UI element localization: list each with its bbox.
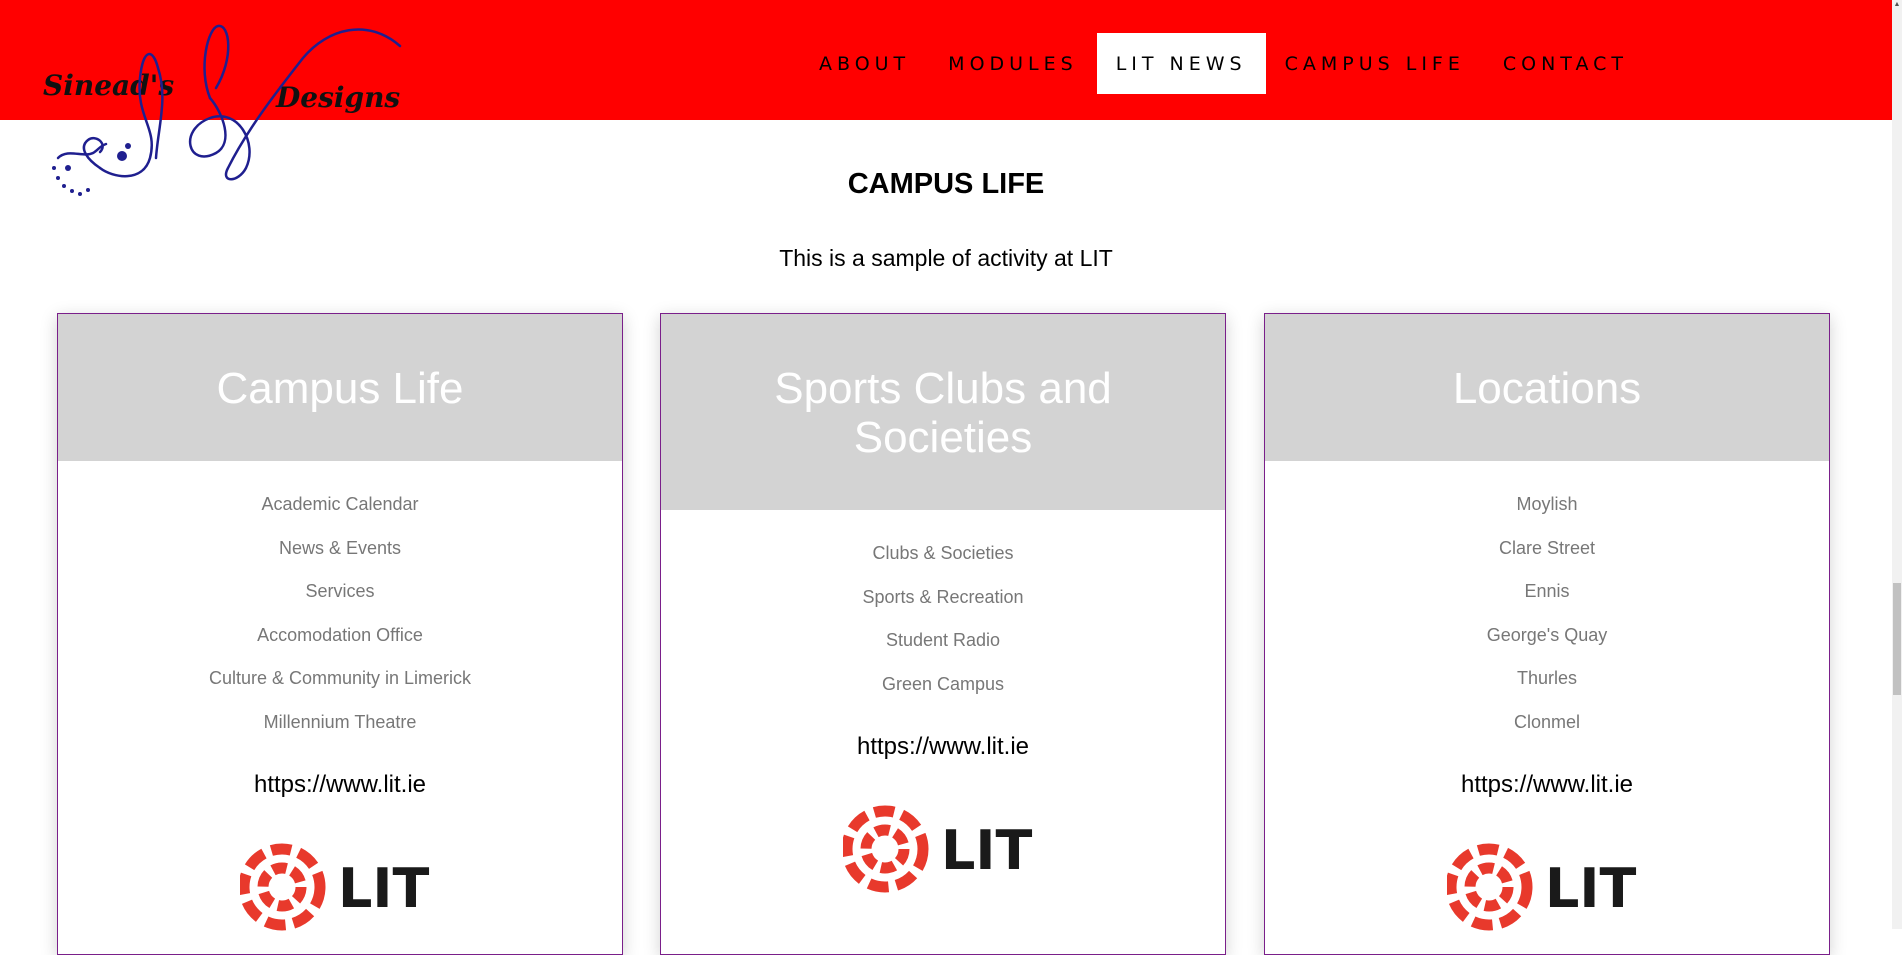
lit-emblem-icon — [240, 843, 326, 931]
main-menu: ABOUT MODULES LIT NEWS CAMPUS LIFE CONTA… — [800, 33, 1647, 94]
lit-logo[interactable]: LIT — [1265, 837, 1829, 937]
link-clare-street[interactable]: Clare Street — [1265, 527, 1829, 571]
link-news-events[interactable]: News & Events — [58, 527, 622, 571]
nav-item-lit-news[interactable]: LIT NEWS — [1096, 33, 1266, 94]
scroll-up-arrow-icon[interactable]: ▲ — [1893, 0, 1901, 10]
link-clonmel[interactable]: Clonmel — [1265, 701, 1829, 745]
card-locations: Locations Moylish Clare Street Ennis Geo… — [1264, 313, 1830, 955]
nav-item-modules[interactable]: MODULES — [929, 33, 1097, 94]
card-title: Locations — [1265, 314, 1829, 461]
card-url[interactable]: https://www.lit.ie — [661, 732, 1225, 762]
link-culture-community[interactable]: Culture & Community in Limerick — [58, 657, 622, 701]
logo-graphic: Sinead's Designs — [43, 24, 402, 196]
card-link-list: Academic Calendar News & Events Services… — [58, 461, 622, 744]
card-url[interactable]: https://www.lit.ie — [1265, 770, 1829, 800]
link-georges-quay[interactable]: George's Quay — [1265, 614, 1829, 658]
lit-emblem-icon — [1447, 843, 1533, 931]
link-academic-calendar[interactable]: Academic Calendar — [58, 483, 622, 527]
card-sports-clubs: Sports Clubs and Societies Clubs & Socie… — [660, 313, 1226, 955]
logo-dots — [52, 143, 131, 196]
link-services[interactable]: Services — [58, 570, 622, 614]
card-title: Campus Life — [58, 314, 622, 461]
lit-logo-text: LIT — [338, 857, 430, 920]
link-clubs-societies[interactable]: Clubs & Societies — [661, 532, 1225, 576]
lit-logo-text: LIT — [941, 819, 1033, 882]
link-ennis[interactable]: Ennis — [1265, 570, 1829, 614]
logo-left-text: Sinead's — [43, 69, 174, 102]
lit-logo[interactable]: LIT — [661, 799, 1225, 899]
card-campus-life: Campus Life Academic Calendar News & Eve… — [57, 313, 623, 955]
link-millennium-theatre[interactable]: Millennium Theatre — [58, 701, 622, 745]
lit-logo-text: LIT — [1545, 857, 1637, 920]
scrollbar-thumb[interactable] — [1893, 583, 1901, 695]
lit-emblem-icon — [843, 805, 929, 893]
page-scrollbar[interactable]: ▲ — [1892, 0, 1902, 929]
nav-item-contact[interactable]: CONTACT — [1484, 33, 1647, 94]
card-title: Sports Clubs and Societies — [661, 314, 1225, 510]
card-link-list: Clubs & Societies Sports & Recreation St… — [661, 510, 1225, 706]
logo-right-text: Designs — [275, 81, 400, 114]
link-thurles[interactable]: Thurles — [1265, 657, 1829, 701]
card-link-list: Moylish Clare Street Ennis George's Quay… — [1265, 461, 1829, 744]
link-green-campus[interactable]: Green Campus — [661, 663, 1225, 707]
page-subtitle: This is a sample of activity at LIT — [779, 245, 1113, 271]
link-moylish[interactable]: Moylish — [1265, 483, 1829, 527]
link-accomodation-office[interactable]: Accomodation Office — [58, 614, 622, 658]
nav-item-campus-life[interactable]: CAMPUS LIFE — [1266, 33, 1484, 94]
nav-item-about[interactable]: ABOUT — [800, 33, 929, 94]
lit-logo[interactable]: LIT — [58, 837, 622, 937]
site-logo[interactable]: Sinead's Designs — [38, 18, 408, 208]
card-url[interactable]: https://www.lit.ie — [58, 770, 622, 800]
link-sports-recreation[interactable]: Sports & Recreation — [661, 576, 1225, 620]
link-student-radio[interactable]: Student Radio — [661, 619, 1225, 663]
